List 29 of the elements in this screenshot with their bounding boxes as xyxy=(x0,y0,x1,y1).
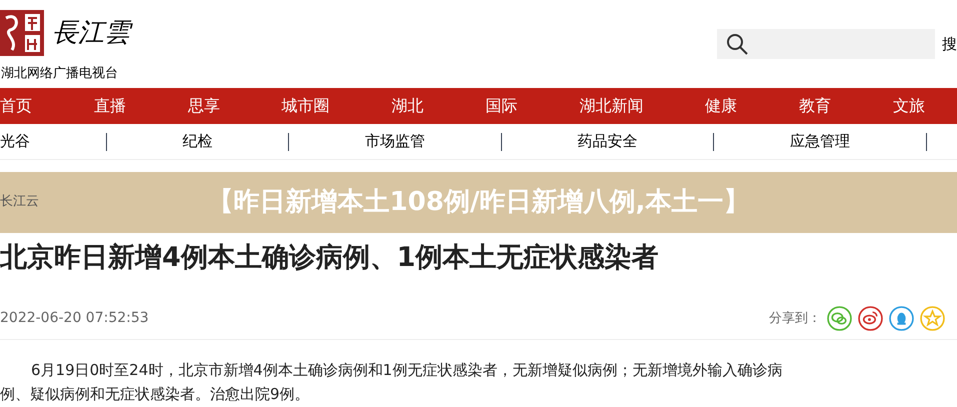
nav-link[interactable]: 文旅 xyxy=(892,94,925,118)
nav-link[interactable]: 湖北 xyxy=(392,94,424,118)
nav-link[interactable]: 城市圈 xyxy=(282,94,330,118)
subnav-link[interactable]: 应急管理 xyxy=(790,130,850,153)
nav-link[interactable]: 直播 xyxy=(94,94,126,118)
body-text-line: 例、疑似病例和无症状感染者。治愈出院9例。 xyxy=(0,384,311,405)
subnav-link[interactable]: 市场监管 xyxy=(365,130,426,153)
subnav-link[interactable]: 纪检 xyxy=(182,130,213,153)
share-label: 分享到： xyxy=(769,310,821,328)
body-text-line: 6月19日0时至24时，北京市新增4例本土确诊病例和1例无症状感染者，无新增疑似病例；无新增境外输入确诊病 xyxy=(30,360,784,381)
penguin-icon[interactable] xyxy=(889,306,914,331)
article-date: 2022-06-20 07:52:53 xyxy=(0,309,149,328)
search-field[interactable] xyxy=(717,29,935,59)
nav-link[interactable]: 思享 xyxy=(188,94,220,118)
banner-source: 长江云 xyxy=(0,193,39,211)
seal-logo-icon xyxy=(0,10,44,56)
subnav-link[interactable]: 药品安全 xyxy=(578,130,638,153)
nav-link[interactable]: 教育 xyxy=(799,94,831,118)
nav-link[interactable]: 国际 xyxy=(485,94,518,118)
banner-title: 【昨日新增本土108例/昨日新增八例,本土一】 xyxy=(208,186,750,219)
search-icon xyxy=(725,32,749,56)
nav-link[interactable]: 首页 xyxy=(0,94,32,118)
search-button[interactable]: 搜 xyxy=(942,33,957,56)
wechat-icon[interactable] xyxy=(827,306,852,331)
weibo-icon[interactable] xyxy=(858,306,883,331)
nav-link[interactable]: 湖北新闻 xyxy=(579,94,644,118)
tagline: 湖北网络广播电视台 xyxy=(1,65,119,83)
nav-link[interactable]: 健康 xyxy=(705,94,738,118)
subnav-link[interactable]: 光谷 xyxy=(0,130,30,153)
